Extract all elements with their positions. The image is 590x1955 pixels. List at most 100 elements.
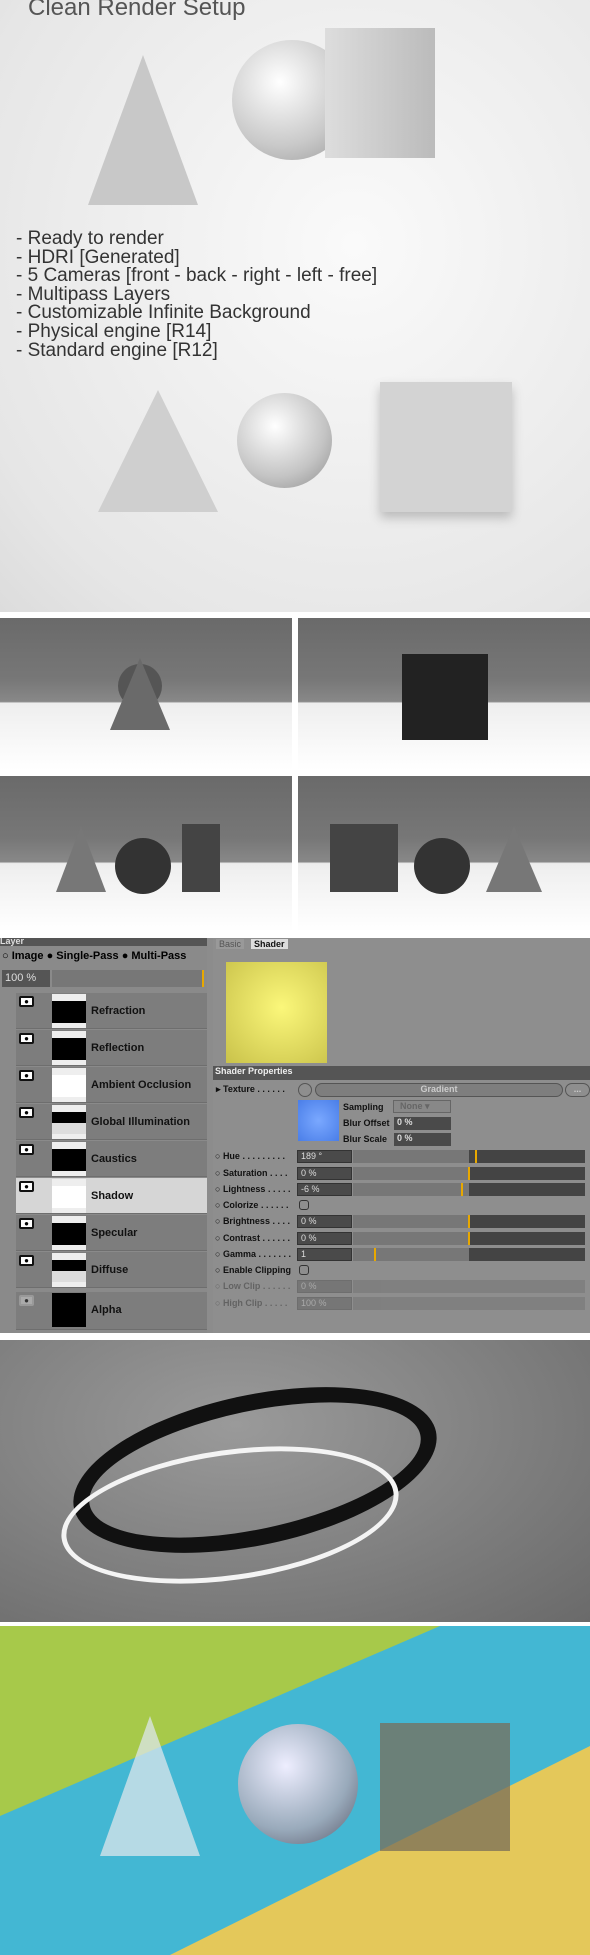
layer-thumbnail	[52, 1142, 86, 1176]
lightness-row: ○ Lightness . . . . . -6 %	[215, 1183, 585, 1197]
sampling-select[interactable]: None ▾	[393, 1100, 451, 1113]
layer-row[interactable]: ● Reflection	[16, 1030, 207, 1066]
feature-item: - Standard engine [R12]	[16, 339, 218, 361]
tab-shader[interactable]: Shader	[251, 939, 288, 949]
sphere-render	[237, 393, 332, 488]
slider-handle[interactable]	[468, 1167, 470, 1180]
shader-panel: Basic Shader Shader Properties ▸ Texture…	[213, 938, 590, 1333]
saturation-field[interactable]: 0 %	[297, 1167, 352, 1180]
brightness-slider[interactable]	[353, 1215, 585, 1228]
hue-field[interactable]: 189 °	[297, 1150, 352, 1163]
low-clip-slider[interactable]	[353, 1280, 585, 1293]
feature-item: - Physical engine [R14]	[16, 320, 212, 342]
colorize-checkbox[interactable]	[299, 1200, 309, 1210]
layer-panel: Layer ○ Image ● Single-Pass ● Multi-Pass…	[0, 938, 207, 1333]
slider-handle[interactable]	[468, 1215, 470, 1228]
eye-icon[interactable]: ●	[19, 1255, 34, 1266]
dot-icon[interactable]: ●	[19, 1295, 34, 1306]
layer-name: Caustics	[91, 1153, 137, 1165]
layer-row[interactable]: ● Diffuse	[16, 1252, 207, 1288]
hero-render: Clean Render Setup - Ready to render - H…	[0, 0, 590, 612]
layer-row-selected[interactable]: ● Shadow	[16, 1178, 207, 1214]
eye-icon[interactable]: ●	[19, 1218, 34, 1229]
layer-name: Alpha	[91, 1304, 122, 1316]
layer-panel-title: Layer	[0, 938, 207, 946]
slider-handle[interactable]	[461, 1183, 464, 1196]
blur-scale-label: Blur Scale	[343, 1134, 388, 1144]
radio-label: Multi-Pass	[131, 950, 187, 962]
layer-name: Global Illumination	[91, 1116, 190, 1128]
multipass-ui: Layer ○ Image ● Single-Pass ● Multi-Pass…	[0, 938, 590, 1333]
layer-row[interactable]: ● Specular	[16, 1215, 207, 1251]
blur-offset-label: Blur Offset	[343, 1118, 390, 1128]
layer-thumbnail	[52, 1105, 86, 1139]
page-title: Clean Render Setup	[28, 0, 246, 21]
cone-render	[100, 1716, 200, 1856]
feature-item: - Ready to render	[16, 228, 164, 249]
low-clip-row: ○ Low Clip . . . . . . 0 %	[215, 1280, 585, 1294]
layer-name: Reflection	[91, 1042, 145, 1054]
tab-basic[interactable]: Basic	[216, 939, 245, 949]
eye-icon[interactable]: ●	[19, 1107, 34, 1118]
label: ○ Colorize . . . . . .	[215, 1200, 289, 1210]
layer-name: Specular	[91, 1227, 138, 1239]
eye-icon[interactable]: ●	[19, 996, 34, 1007]
layer-thumbnail	[52, 1068, 86, 1102]
eye-icon[interactable]: ●	[19, 1070, 34, 1081]
low-clip-field[interactable]: 0 %	[297, 1280, 352, 1293]
radio-label: Image	[11, 950, 44, 962]
shader-preview	[226, 962, 327, 1063]
hue-row: ○ Hue . . . . . . . . . 189 °	[215, 1150, 585, 1164]
texture-swatch	[298, 1100, 339, 1141]
high-clip-field[interactable]: 100 %	[297, 1297, 352, 1310]
hue-slider[interactable]	[353, 1150, 585, 1163]
high-clip-slider[interactable]	[353, 1297, 585, 1310]
gamma-slider[interactable]	[353, 1248, 585, 1261]
blur-offset-field[interactable]: 0 %	[394, 1117, 451, 1130]
label: ○ Contrast . . . . . .	[215, 1233, 290, 1243]
layer-row[interactable]: ● Refraction	[16, 993, 207, 1029]
texture-button[interactable]: Gradient	[315, 1083, 563, 1097]
sphere-render	[238, 1724, 358, 1844]
layer-row[interactable]: ● Global Illumination	[16, 1104, 207, 1140]
saturation-slider[interactable]	[353, 1167, 585, 1180]
radio-single-pass[interactable]: ● Single-Pass	[47, 950, 119, 962]
label: ○ Saturation . . . .	[215, 1168, 288, 1178]
slider-handle[interactable]	[373, 1248, 376, 1261]
layer-thumbnail	[52, 994, 86, 1028]
texture-more-button[interactable]: ...	[565, 1083, 590, 1097]
radio-image[interactable]: ○ Image	[2, 950, 44, 962]
opacity-field[interactable]: 100 %	[2, 970, 50, 987]
cone-render	[98, 390, 218, 512]
layer-row[interactable]: ● Alpha	[16, 1292, 207, 1330]
gamma-field[interactable]: 1	[297, 1248, 352, 1261]
layer-name: Ambient Occlusion	[91, 1079, 192, 1091]
texture-play-button[interactable]	[298, 1083, 312, 1097]
eye-icon[interactable]: ●	[19, 1144, 34, 1155]
layer-row[interactable]: ● Caustics	[16, 1141, 207, 1177]
opacity-slider[interactable]	[52, 970, 204, 987]
contrast-row: ○ Contrast . . . . . . 0 %	[215, 1232, 585, 1246]
contrast-slider[interactable]	[353, 1232, 585, 1245]
slider-handle[interactable]	[474, 1150, 477, 1163]
camera-view-left	[298, 776, 590, 932]
layer-name: Shadow	[91, 1190, 134, 1202]
radio-label: Single-Pass	[56, 950, 119, 962]
slider-handle[interactable]	[468, 1232, 470, 1245]
layer-row[interactable]: ● Ambient Occlusion	[16, 1067, 207, 1103]
eye-icon[interactable]: ●	[19, 1181, 34, 1192]
cube-render	[325, 28, 435, 158]
contrast-field[interactable]: 0 %	[297, 1232, 352, 1245]
camera-view-right	[0, 776, 292, 932]
label: ○ Brightness . . . .	[215, 1216, 290, 1226]
clipping-checkbox[interactable]	[299, 1265, 309, 1275]
radio-multi-pass[interactable]: ● Multi-Pass	[122, 950, 187, 962]
color-render	[0, 1626, 590, 1955]
label: ○ Lightness . . . . .	[215, 1184, 291, 1194]
lightness-slider[interactable]	[353, 1183, 585, 1196]
gamma-row: ○ Gamma . . . . . . . 1	[215, 1248, 585, 1262]
blur-scale-field[interactable]: 0 %	[394, 1133, 451, 1146]
eye-icon[interactable]: ●	[19, 1033, 34, 1044]
lightness-field[interactable]: -6 %	[297, 1183, 352, 1196]
brightness-field[interactable]: 0 %	[297, 1215, 352, 1228]
